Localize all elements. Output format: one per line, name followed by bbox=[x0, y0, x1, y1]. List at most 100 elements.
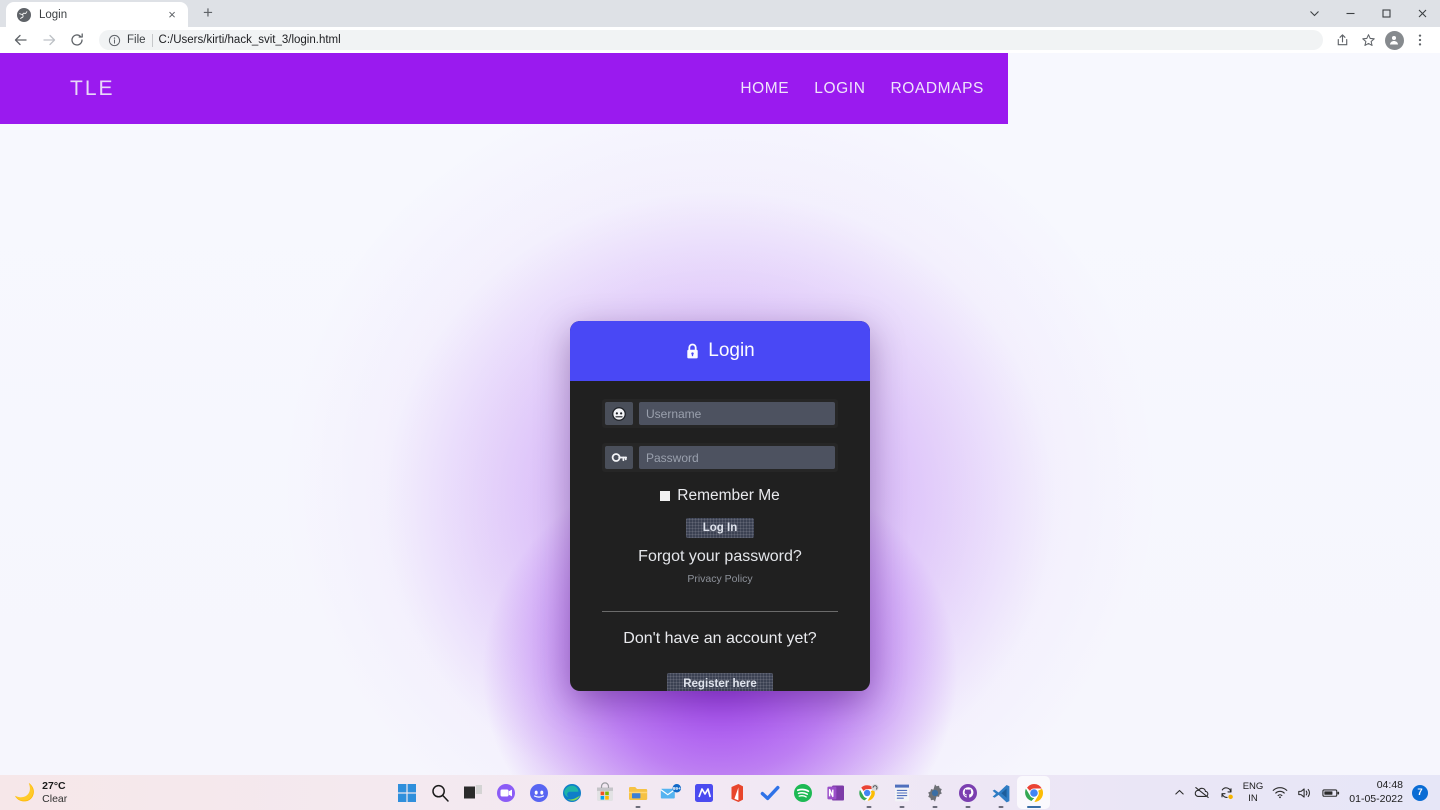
windows-taskbar: 🌙 27°C Clear 99+ ENG IN 04:48 01-05-2022… bbox=[0, 775, 1440, 810]
messenger-button[interactable] bbox=[687, 776, 720, 809]
password-input[interactable] bbox=[639, 446, 835, 469]
microsoft-store-button[interactable] bbox=[588, 776, 621, 809]
onenote-button[interactable] bbox=[819, 776, 852, 809]
chevron-down-icon[interactable] bbox=[1296, 0, 1332, 27]
minimize-button[interactable] bbox=[1332, 0, 1368, 27]
chrome-pinned-button[interactable] bbox=[852, 776, 885, 809]
spotify-button[interactable] bbox=[786, 776, 819, 809]
nav-link-login[interactable]: LOGIN bbox=[814, 80, 865, 98]
spotify-icon bbox=[793, 783, 812, 802]
discord-button[interactable] bbox=[522, 776, 555, 809]
weather-condition: Clear bbox=[42, 792, 68, 805]
site-brand[interactable]: TLE bbox=[70, 77, 115, 101]
vscode-icon bbox=[992, 784, 1009, 802]
mail-button[interactable]: 99+ bbox=[654, 776, 687, 809]
wifi-icon[interactable] bbox=[1272, 786, 1288, 799]
notepad-button[interactable] bbox=[885, 776, 918, 809]
browser-chrome: Login × + File C:/Users/kirti/hack_svit_… bbox=[0, 0, 1440, 53]
check-icon bbox=[760, 785, 779, 800]
settings-button[interactable] bbox=[918, 776, 951, 809]
forgot-password-link[interactable]: Forgot your password? bbox=[602, 548, 838, 566]
user-circle-icon bbox=[605, 402, 633, 425]
teams-icon bbox=[496, 783, 515, 802]
search-button[interactable] bbox=[423, 776, 456, 809]
three-dot-menu-icon[interactable] bbox=[1408, 28, 1432, 52]
tab-strip: Login × + bbox=[0, 0, 1440, 27]
task-view-button[interactable] bbox=[456, 776, 489, 809]
notepad-icon bbox=[894, 784, 909, 801]
nav-link-roadmaps[interactable]: ROADMAPS bbox=[890, 80, 984, 98]
browser-tab[interactable]: Login × bbox=[6, 2, 188, 27]
office-button[interactable] bbox=[720, 776, 753, 809]
system-tray: ENG IN 04:48 01-05-2022 7 bbox=[1174, 779, 1428, 805]
file-explorer-button[interactable] bbox=[621, 776, 654, 809]
close-icon[interactable]: × bbox=[164, 7, 180, 23]
card-divider bbox=[602, 611, 838, 612]
omnibox-separator bbox=[151, 33, 153, 47]
close-window-button[interactable] bbox=[1404, 0, 1440, 27]
update-icon[interactable] bbox=[1219, 786, 1234, 800]
onedrive-paused-icon[interactable] bbox=[1194, 786, 1210, 799]
todo-button[interactable] bbox=[753, 776, 786, 809]
login-card-body: Remember Me Log In Forgot your password?… bbox=[570, 381, 870, 691]
profile-avatar-icon[interactable] bbox=[1382, 28, 1406, 52]
browser-toolbar: File C:/Users/kirti/hack_svit_3/login.ht… bbox=[0, 27, 1440, 53]
login-button-row: Log In bbox=[602, 518, 838, 538]
moon-icon: 🌙 bbox=[14, 783, 36, 802]
username-input[interactable] bbox=[639, 402, 835, 425]
weather-widget[interactable]: 🌙 27°C Clear bbox=[14, 780, 67, 804]
notification-badge[interactable]: 7 bbox=[1412, 784, 1428, 801]
edge-button[interactable] bbox=[555, 776, 588, 809]
login-card-header: Login bbox=[570, 321, 870, 381]
log-in-button[interactable]: Log In bbox=[686, 518, 755, 538]
info-circle-icon[interactable] bbox=[108, 34, 121, 47]
site-navbar: TLE HOME LOGIN ROADMAPS bbox=[0, 53, 1008, 124]
search-icon bbox=[431, 784, 449, 802]
new-tab-button[interactable]: + bbox=[194, 0, 222, 27]
back-button[interactable] bbox=[8, 27, 34, 53]
m-icon bbox=[694, 783, 713, 802]
battery-icon[interactable] bbox=[1322, 787, 1340, 799]
vs-code-button[interactable] bbox=[984, 776, 1017, 809]
address-bar[interactable]: File C:/Users/kirti/hack_svit_3/login.ht… bbox=[99, 30, 1323, 50]
windows-logo-icon bbox=[397, 783, 416, 802]
volume-icon[interactable] bbox=[1297, 786, 1313, 800]
maximize-button[interactable] bbox=[1368, 0, 1404, 27]
signup-prompt: Don't have an account yet? bbox=[623, 630, 817, 647]
site-nav-links: HOME LOGIN ROADMAPS bbox=[740, 80, 984, 98]
share-icon[interactable] bbox=[1330, 28, 1354, 52]
clock-widget[interactable]: 04:48 01-05-2022 bbox=[1349, 779, 1403, 805]
key-icon bbox=[605, 446, 633, 469]
remember-me-label: Remember Me bbox=[677, 487, 780, 504]
login-card-title: Login bbox=[708, 340, 755, 361]
chrome-icon bbox=[858, 783, 879, 801]
privacy-policy-link[interactable]: Privacy Policy bbox=[602, 573, 838, 585]
remember-me-checkbox[interactable] bbox=[660, 491, 671, 501]
language-indicator[interactable]: ENG IN bbox=[1243, 781, 1264, 804]
page-viewport: TLE HOME LOGIN ROADMAPS Login Username R… bbox=[0, 53, 1440, 810]
register-here-button[interactable]: Register here bbox=[667, 673, 773, 691]
start-button[interactable] bbox=[390, 776, 423, 809]
store-icon bbox=[596, 781, 613, 801]
avatar bbox=[1384, 30, 1404, 50]
forward-button[interactable] bbox=[36, 27, 62, 53]
url-text: C:/Users/kirti/hack_svit_3/login.html bbox=[158, 34, 341, 46]
tab-title: Login bbox=[39, 8, 68, 21]
google-chrome-button[interactable] bbox=[1017, 776, 1050, 809]
weather-temperature: 27°C bbox=[42, 780, 66, 793]
nav-link-home[interactable]: HOME bbox=[740, 80, 789, 98]
taskbar-time: 04:48 bbox=[1376, 779, 1403, 792]
weather-text: 27°C Clear bbox=[42, 780, 67, 804]
office-icon bbox=[731, 783, 743, 802]
reload-button[interactable] bbox=[64, 27, 90, 53]
edge-icon bbox=[562, 783, 581, 802]
chrome-icon bbox=[1024, 783, 1043, 802]
github-desktop-button[interactable] bbox=[951, 776, 984, 809]
window-controls bbox=[1296, 0, 1440, 27]
gear-icon bbox=[927, 783, 942, 802]
toolbar-right-actions bbox=[1330, 28, 1432, 52]
lock-icon bbox=[687, 343, 698, 358]
teams-button[interactable] bbox=[489, 776, 522, 809]
star-icon[interactable] bbox=[1356, 28, 1380, 52]
chevron-up-icon[interactable] bbox=[1174, 787, 1185, 798]
